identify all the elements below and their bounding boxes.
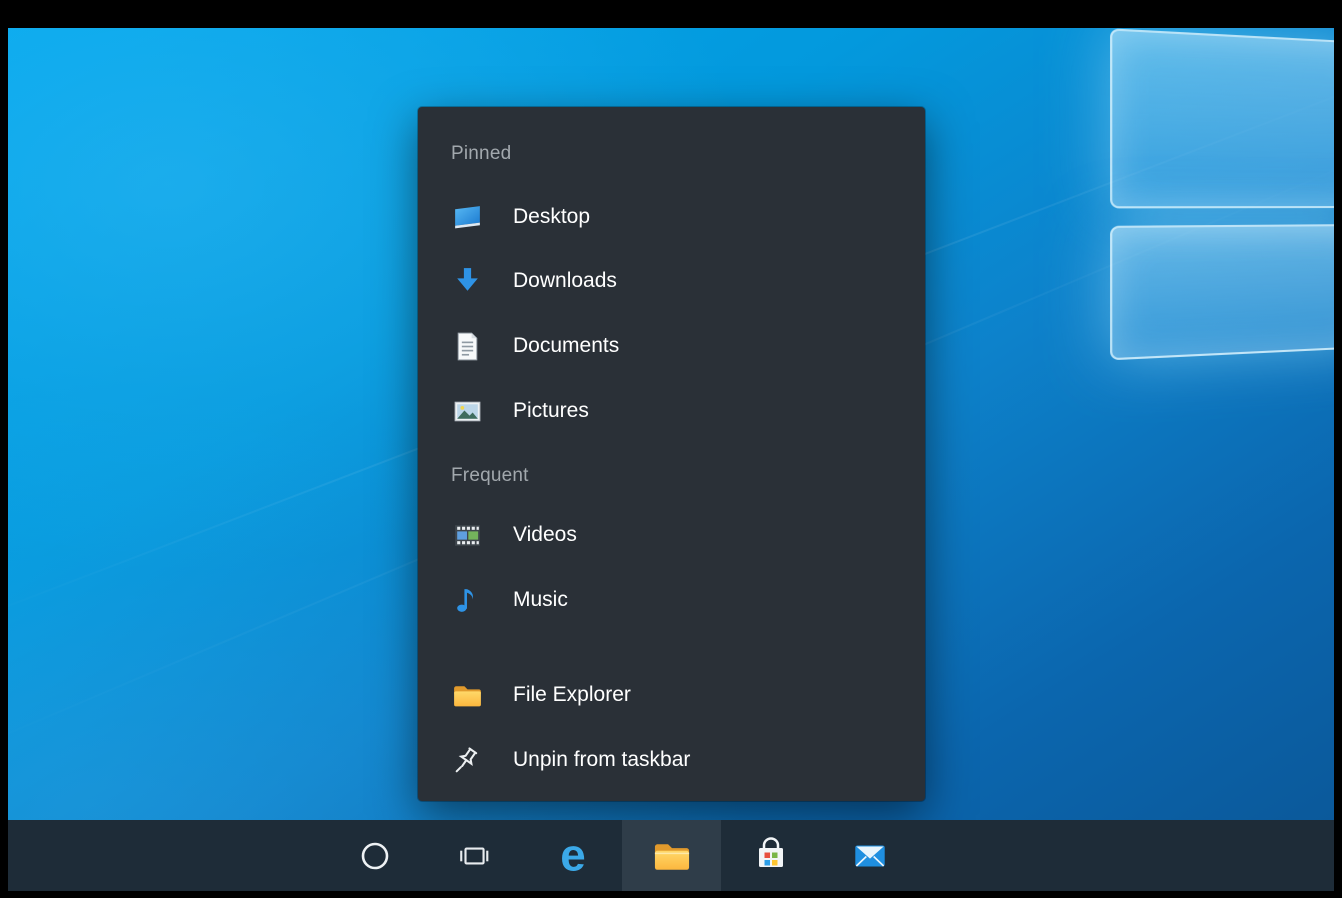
windows-logo-pane — [1110, 28, 1334, 208]
cortana-icon — [359, 840, 391, 872]
downloads-icon — [451, 265, 484, 298]
jumplist-item-desktop[interactable]: Desktop — [426, 185, 917, 249]
windows-logo-pane — [1110, 224, 1334, 360]
taskbar-item-cortana[interactable] — [325, 820, 424, 891]
file-explorer-jumplist: Pinned Desktop Downloads — [418, 107, 925, 801]
jumplist-item-label: Downloads — [513, 269, 617, 293]
edge-icon: e — [548, 831, 598, 881]
jumplist-task-file-explorer[interactable]: File Explorer — [426, 663, 917, 727]
jumplist-section-header-frequent: Frequent — [451, 465, 529, 487]
jumplist-section-header-pinned: Pinned — [451, 143, 511, 165]
file-explorer-icon — [451, 679, 484, 712]
jumplist-item-documents[interactable]: Documents — [426, 314, 917, 378]
jumplist-item-pictures[interactable]: Pictures — [426, 379, 917, 443]
jumplist-item-label: Music — [513, 588, 568, 612]
jumplist-item-label: Documents — [513, 334, 619, 358]
jumplist-item-music[interactable]: Music — [426, 568, 917, 632]
jumplist-item-downloads[interactable]: Downloads — [426, 249, 917, 313]
music-icon — [451, 584, 484, 617]
jumplist-task-label: File Explorer — [513, 683, 631, 707]
taskbar-item-store[interactable] — [721, 820, 820, 891]
taskbar-items: e — [325, 820, 919, 891]
mail-icon — [849, 835, 891, 877]
task-view-icon — [457, 839, 491, 873]
jumplist-item-videos[interactable]: Videos — [426, 503, 917, 567]
unpin-icon — [451, 744, 484, 777]
store-icon — [751, 836, 791, 876]
windows-logo — [1110, 28, 1334, 382]
taskbar-item-mail[interactable] — [820, 820, 919, 891]
svg-text:e: e — [560, 831, 586, 881]
taskbar-item-file-explorer[interactable] — [622, 820, 721, 891]
pictures-icon — [451, 395, 484, 428]
desktop-wallpaper: Pinned Desktop Downloads — [8, 28, 1334, 891]
file-explorer-icon — [651, 835, 693, 877]
jumplist-task-label: Unpin from taskbar — [513, 748, 690, 772]
taskbar-item-edge[interactable]: e — [523, 820, 622, 891]
documents-icon — [451, 330, 484, 363]
jumplist-task-unpin[interactable]: Unpin from taskbar — [426, 728, 917, 792]
jumplist-item-label: Videos — [513, 523, 577, 547]
jumplist-item-label: Pictures — [513, 399, 589, 423]
desktop-icon — [451, 201, 484, 234]
taskbar-item-task-view[interactable] — [424, 820, 523, 891]
taskbar: e — [8, 820, 1334, 891]
jumplist-item-label: Desktop — [513, 205, 590, 229]
videos-icon — [451, 519, 484, 552]
